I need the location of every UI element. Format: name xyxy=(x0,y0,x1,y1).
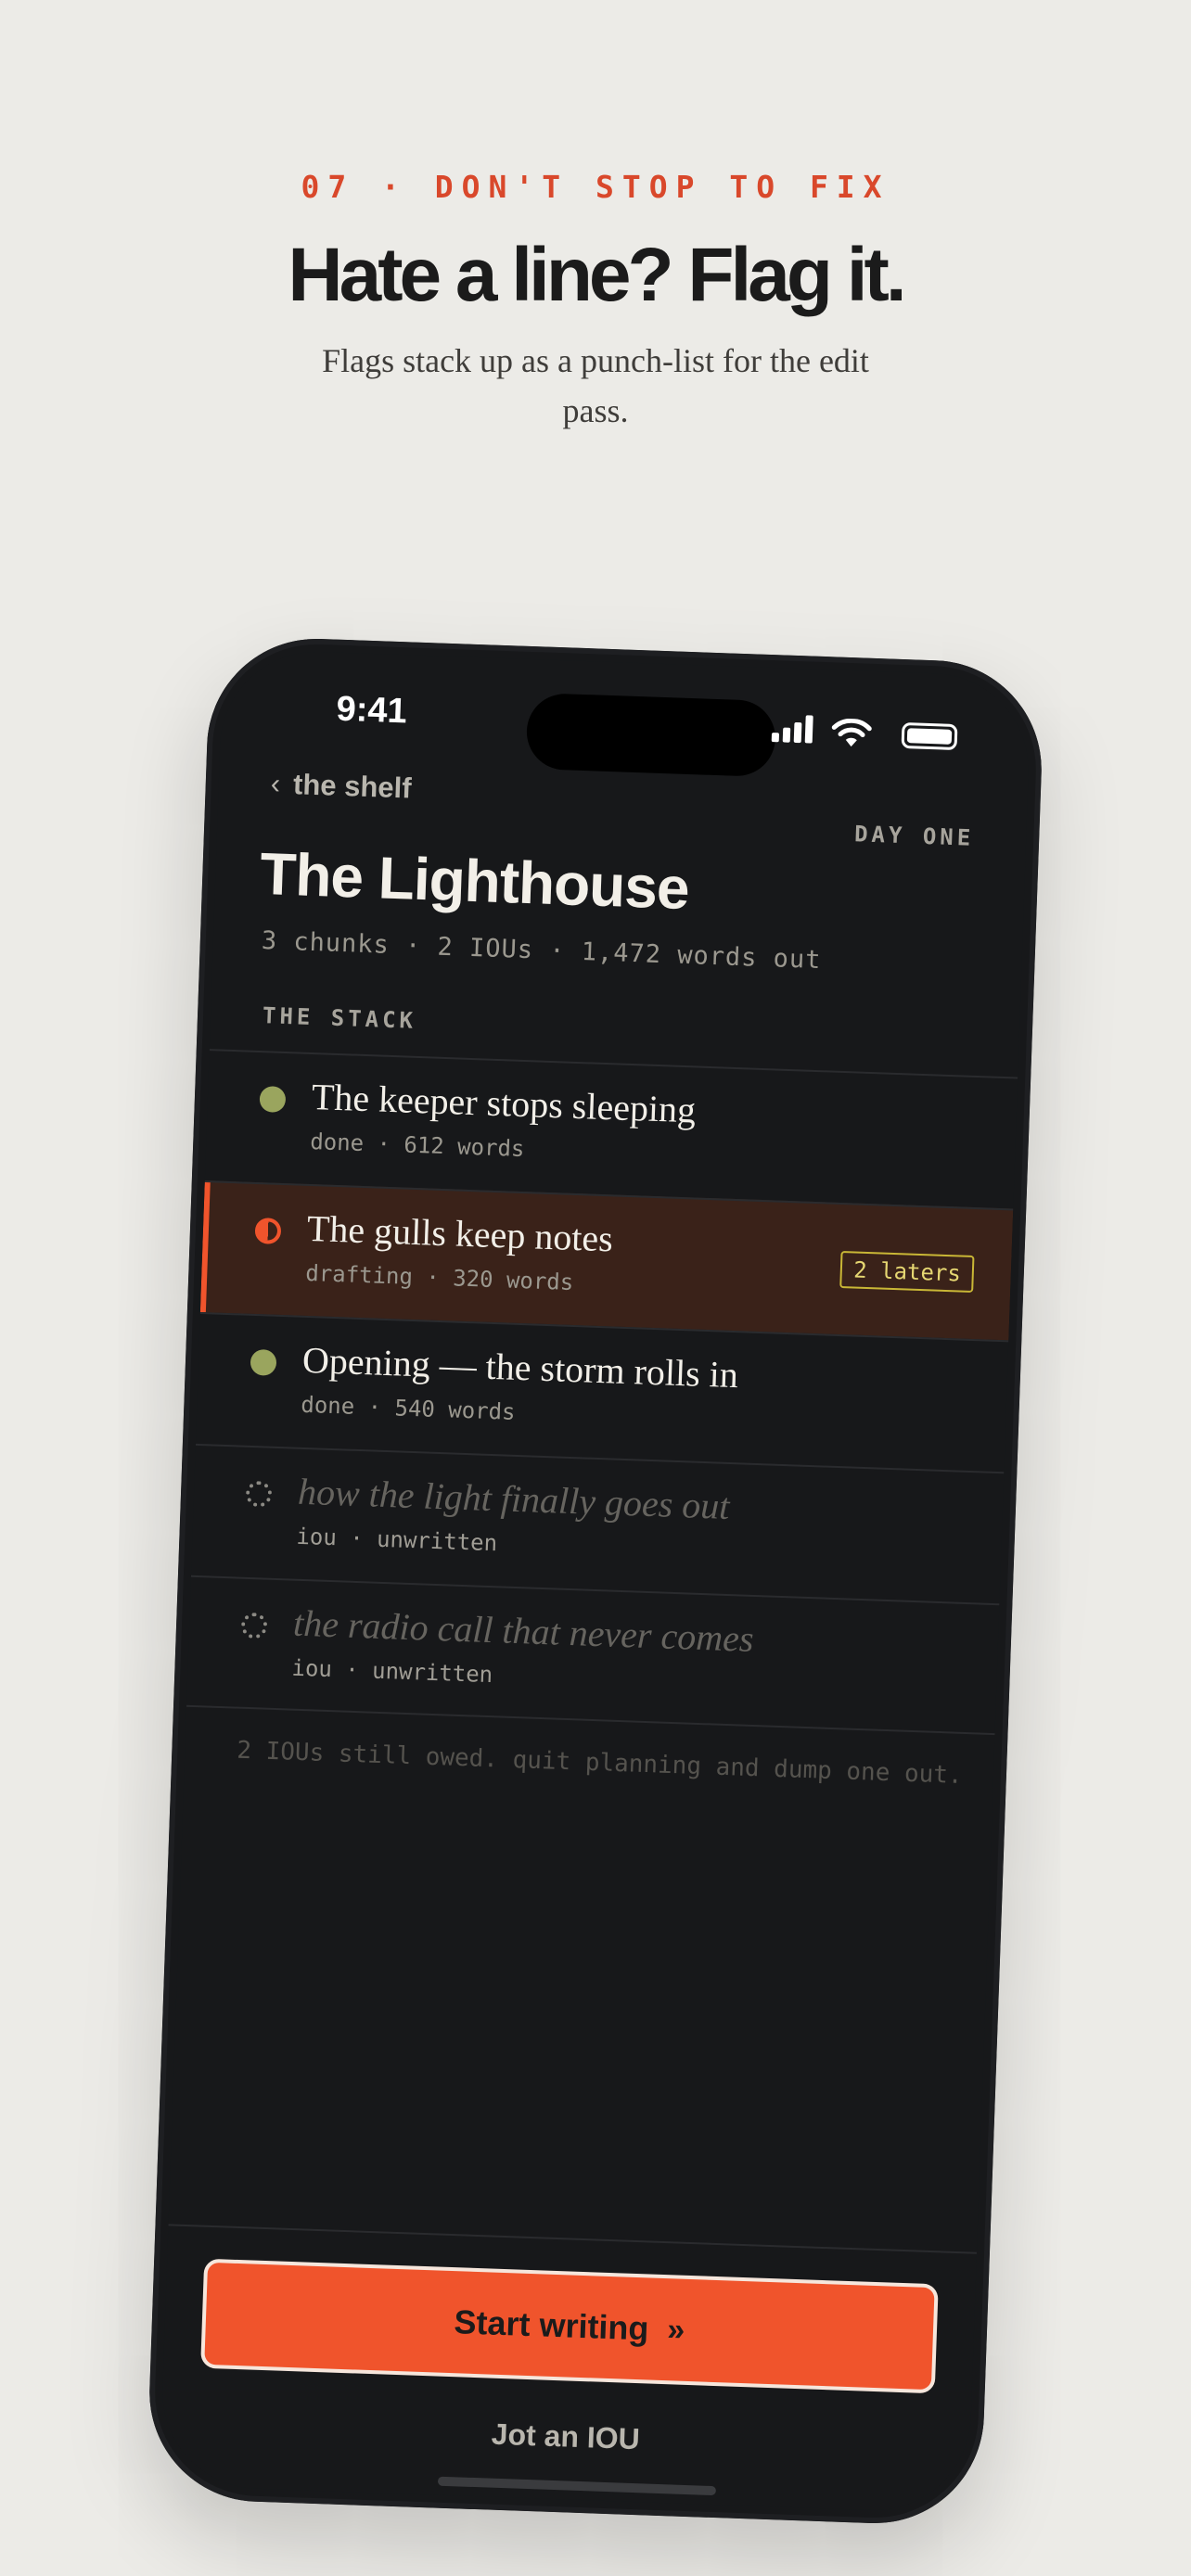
stack-item-sub: done · 540 words xyxy=(300,1391,516,1425)
project-title: The Lighthouse xyxy=(259,839,690,923)
stack-item-sub: iou · unwritten xyxy=(291,1654,493,1689)
stack-item-title: The keeper stops sleeping xyxy=(311,1076,697,1131)
subtitle: Flags stack up as a punch-list for the e… xyxy=(322,342,869,429)
project-meta: 3 chunks · 2 IOUs · 1,472 words out xyxy=(261,926,823,976)
stack-list: The keeper stops sleeping done · 612 wor… xyxy=(186,1049,1018,1736)
stack-item-title: the radio call that never comes xyxy=(292,1601,755,1660)
stack-item-title: The gulls keep notes xyxy=(306,1206,614,1260)
stack-label: THE STACK xyxy=(262,1002,417,1034)
chevron-left-icon: ‹ xyxy=(270,767,281,800)
jot-iou-button[interactable]: Jot an IOU xyxy=(160,2405,970,2468)
stack-item-sub: done · 612 words xyxy=(309,1128,525,1163)
phone-mockup: 9:41 ‹ the shelf DAY ONE The Lighthouse … xyxy=(146,634,1045,2528)
done-status-icon xyxy=(250,1348,277,1376)
start-writing-label: Start writing xyxy=(453,2302,650,2348)
stack-item-iou[interactable]: the radio call that never comes iou · un… xyxy=(186,1575,1000,1736)
dynamic-island xyxy=(525,692,777,778)
phone-frame: 9:41 ‹ the shelf DAY ONE The Lighthouse … xyxy=(146,634,1045,2528)
home-indicator xyxy=(437,2476,717,2496)
status-icons xyxy=(771,712,958,756)
stack-item-title: how the light finally goes out xyxy=(297,1470,731,1527)
start-writing-button[interactable]: Start writing » xyxy=(204,2262,935,2391)
drafting-status-icon xyxy=(254,1217,282,1244)
phone-screen: 9:41 ‹ the shelf DAY ONE The Lighthouse … xyxy=(159,648,1032,2514)
stack-item-title: Opening — the storm rolls in xyxy=(301,1338,739,1396)
iou-hint: 2 IOUs still owed. quit planning and dum… xyxy=(236,1736,964,1790)
stack-item-sub: iou · unwritten xyxy=(296,1523,498,1557)
wifi-icon xyxy=(831,718,872,747)
done-status-icon xyxy=(259,1086,287,1114)
headline: Hate a line? Flag it. xyxy=(288,233,906,317)
day-label: DAY ONE xyxy=(853,821,975,851)
iou-status-icon xyxy=(245,1480,273,1508)
footer-divider xyxy=(168,2224,977,2254)
iou-status-icon xyxy=(240,1612,268,1639)
eyebrow: 07 · DON'T STOP TO FIX xyxy=(301,169,890,205)
status-time: 9:41 xyxy=(335,689,408,732)
battery-icon xyxy=(901,721,958,751)
back-button[interactable]: ‹ the shelf xyxy=(270,767,412,805)
stack-item-sub: drafting · 320 words xyxy=(304,1259,574,1295)
back-label: the shelf xyxy=(292,768,413,805)
double-chevron-right-icon: » xyxy=(666,2311,686,2348)
laters-badge[interactable]: 2 laters xyxy=(839,1251,975,1294)
